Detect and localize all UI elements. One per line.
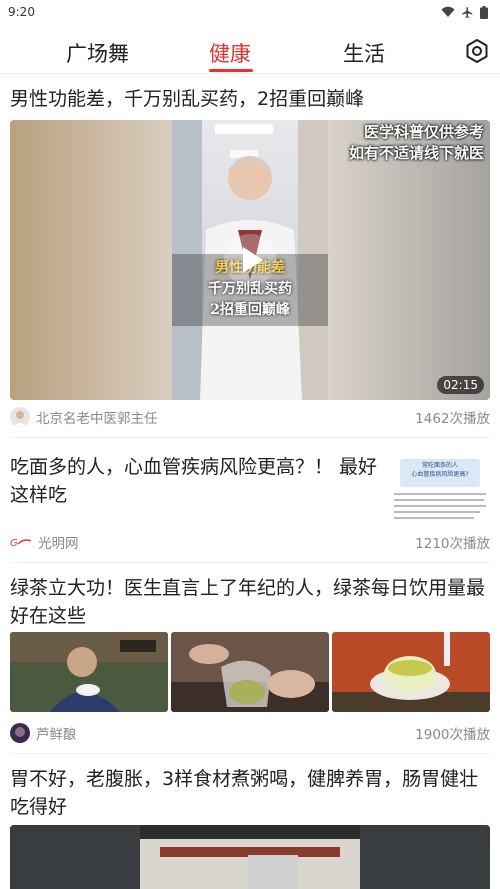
video-notice-overlay: 医学科普仅供参考 如有不适请线下就医 — [348, 123, 484, 162]
play-count: 1900次播放 — [415, 727, 490, 743]
author[interactable]: 芦鲜酿 — [10, 723, 77, 743]
video-duration: 02:15 — [437, 376, 484, 394]
play-count: 1462次播放 — [415, 411, 490, 427]
tab-square-dance[interactable]: 广场舞 — [66, 38, 129, 68]
play-icon — [243, 247, 263, 273]
avatar — [10, 723, 30, 743]
gear-icon — [466, 39, 488, 63]
feed-item-video[interactable]: 男性功能差，千万别乱买药，2招重回巅峰 — [10, 85, 490, 113]
tab-life[interactable]: 生活 — [343, 38, 385, 68]
feed-item-text[interactable]: 吃面多的人，心血管疾病风险更高？！ 最好这样吃 — [10, 453, 390, 509]
avatar — [10, 407, 30, 427]
source-logo-icon: G — [10, 538, 32, 549]
status-time: 9:20 — [8, 5, 35, 19]
video-thumbnail[interactable] — [10, 825, 490, 889]
category-tab-bar: 广场舞 健康 生活 — [0, 30, 500, 74]
gallery-image-3[interactable] — [332, 632, 490, 712]
author[interactable]: G 光明网 — [10, 532, 79, 552]
play-button[interactable] — [224, 234, 276, 286]
active-tab-indicator — [209, 69, 253, 72]
feed-item-gallery[interactable]: 绿茶立大功！医生直言上了年纪的人，绿茶每日饮用量最好在这些 — [10, 574, 490, 630]
divider — [10, 562, 490, 563]
article-meta: 北京名老中医郭主任 1462次播放 — [10, 406, 490, 428]
battery-icon — [480, 5, 488, 19]
article-meta: 芦鲜酿 1900次播放 — [10, 722, 490, 744]
status-icons — [441, 5, 488, 19]
gallery-image-1[interactable] — [10, 632, 168, 712]
airplane-icon — [462, 6, 473, 18]
article-title: 吃面多的人，心血管疾病风险更高？！ 最好这样吃 — [10, 456, 378, 506]
play-count: 1210次播放 — [415, 536, 490, 552]
video-thumbnail[interactable]: 医学科普仅供参考 如有不适请线下就医 男性功能差 千万别乱买药 2招重回巅峰 0… — [10, 120, 490, 400]
divider — [10, 437, 490, 438]
article-meta: G 光明网 1210次播放 — [10, 531, 490, 553]
author[interactable]: 北京名老中医郭主任 — [10, 407, 158, 427]
divider — [10, 753, 490, 754]
article-thumbnail[interactable]: 常吃面条的人 心血管疾病风险更高? — [390, 453, 490, 523]
author-name: 北京名老中医郭主任 — [36, 411, 158, 427]
gallery-image-2[interactable] — [171, 632, 329, 712]
author-name: 光明网 — [38, 536, 79, 552]
article-title: 绿茶立大功！医生直言上了年纪的人，绿茶每日饮用量最好在这些 — [10, 577, 486, 627]
author-name: 芦鲜酿 — [36, 727, 77, 743]
wifi-icon — [441, 6, 455, 17]
article-title: 男性功能差，千万别乱买药，2招重回巅峰 — [10, 88, 365, 110]
svg-text:G: G — [10, 538, 18, 549]
article-title: 胃不好，老腹胀，3样食材煮粥喝，健脾养胃，肠胃健壮吃得好 — [10, 768, 479, 818]
feed-item-video[interactable]: 胃不好，老腹胀，3样食材煮粥喝，健脾养胃，肠胃健壮吃得好 — [10, 765, 490, 821]
settings-button[interactable] — [464, 38, 490, 64]
status-bar: 9:20 — [0, 0, 500, 24]
tab-health[interactable]: 健康 — [209, 38, 251, 68]
